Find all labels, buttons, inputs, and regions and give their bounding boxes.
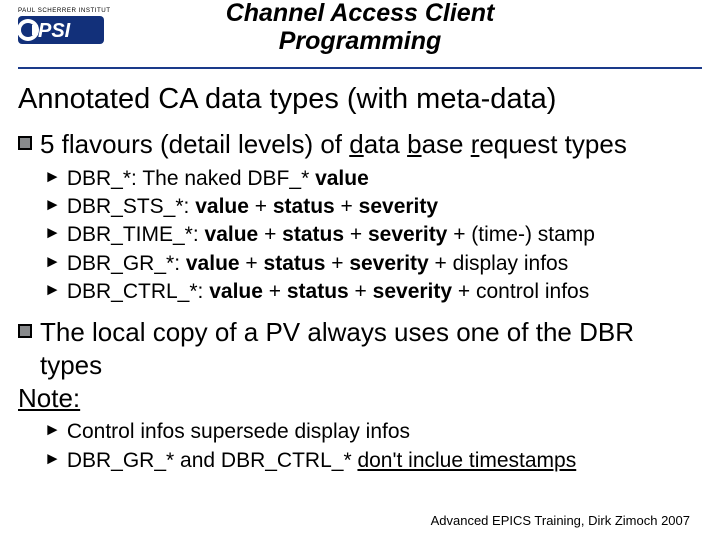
section-title: Annotated CA data types (with meta-data)	[18, 83, 702, 116]
triangle-bullet-icon: ►	[44, 168, 61, 185]
slide-content: Annotated CA data types (with meta-data)…	[0, 69, 720, 475]
sub-item-3: ► DBR_TIME_*: value + status + severity …	[44, 221, 702, 249]
slide-footer: Advanced EPICS Training, Dirk Zimoch 200…	[431, 513, 690, 528]
note-item-1: ► Control infos supersede display infos	[44, 418, 702, 446]
title-line-1: Channel Access Client	[20, 0, 700, 28]
sub-item-5: ► DBR_CTRL_*: value + status + severity …	[44, 278, 702, 306]
slide-title: Channel Access Client Programming	[20, 0, 700, 55]
triangle-bullet-icon: ►	[44, 224, 61, 241]
bullet-2: The local copy of a PV always uses one o…	[18, 316, 702, 381]
note-item-2: ► DBR_GR_* and DBR_CTRL_* don't inclue t…	[44, 447, 702, 475]
sub-list-1: ► DBR_*: The naked DBF_* value ► DBR_STS…	[18, 165, 702, 307]
bullet-1-text: 5 flavours (detail levels) of data base …	[40, 128, 627, 161]
sub-item-2: ► DBR_STS_*: value + status + severity	[44, 193, 702, 221]
triangle-bullet-icon: ►	[44, 253, 61, 270]
square-bullet-icon	[18, 136, 32, 150]
sub-item-1: ► DBR_*: The naked DBF_* value	[44, 165, 702, 193]
institute-label: PAUL SCHERRER INSTITUT	[18, 7, 110, 14]
slide-header: PAUL SCHERRER INSTITUT PSI Channel Acces…	[0, 0, 720, 61]
square-bullet-icon	[18, 324, 32, 338]
note-label: Note:	[18, 383, 702, 414]
psi-logo: PAUL SCHERRER INSTITUT PSI	[18, 4, 114, 53]
triangle-bullet-icon: ►	[44, 421, 61, 438]
title-line-2: Programming	[20, 28, 700, 56]
triangle-bullet-icon: ►	[44, 196, 61, 213]
sub-list-2: ► Control infos supersede display infos …	[18, 418, 702, 475]
logo-text: PSI	[38, 20, 71, 42]
triangle-bullet-icon: ►	[44, 450, 61, 467]
triangle-bullet-icon: ►	[44, 281, 61, 298]
sub-item-4: ► DBR_GR_*: value + status + severity + …	[44, 250, 702, 278]
bullet-1: 5 flavours (detail levels) of data base …	[18, 128, 702, 161]
bullet-2-text: The local copy of a PV always uses one o…	[40, 316, 702, 381]
